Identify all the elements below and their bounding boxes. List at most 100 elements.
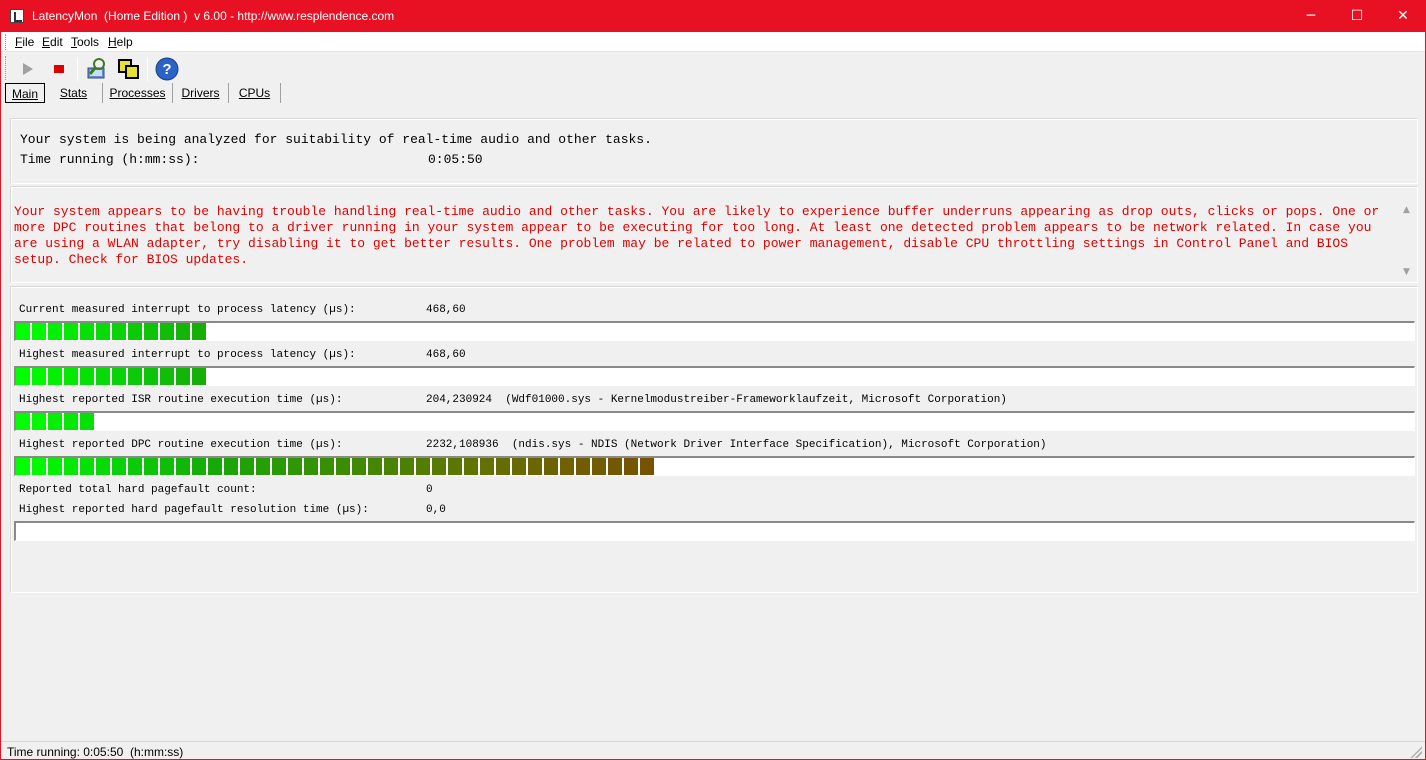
tab-main[interactable]: Main [5,83,45,103]
bar-segment [336,458,350,475]
current-latency-value: 468,60 [426,304,466,316]
stop-icon[interactable] [46,56,72,82]
menu-bar: File Edit Tools Help [1,32,1425,52]
bar-segment [320,458,334,475]
bar-segment [16,413,30,430]
tab-drivers[interactable]: Drivers [173,83,229,103]
bar-segment [64,413,78,430]
bar-segment [32,323,46,340]
pagefault-count-label: Reported total hard pagefault count: [19,484,257,496]
bar-segment [176,368,190,385]
resize-grip[interactable] [1410,746,1422,758]
bar-segment [608,458,622,475]
menu-edit[interactable]: Edit [42,35,63,49]
toolbar-separator [77,57,78,81]
highest-dpc-value: 2232,108936 (ndis.sys - NDIS (Network Dr… [426,439,1047,451]
verdict-scrollbar[interactable]: ▲ ▼ [1399,199,1416,282]
bar-segment [112,368,126,385]
bar-segment [576,458,590,475]
scroll-down-icon[interactable]: ▼ [1403,267,1410,277]
bar-segment [304,458,318,475]
bar-segment [32,368,46,385]
bar-segment [544,458,558,475]
bar-segment [80,323,94,340]
bar-segment [48,368,62,385]
tab-cpus[interactable]: CPUs [229,83,281,103]
pagefault-count-value: 0 [426,484,433,496]
bar-segment [48,323,62,340]
bar-segment [16,368,30,385]
app-icon [10,9,24,23]
tab-stats[interactable]: Stats [45,83,103,103]
bar-segment [592,458,606,475]
menu-grip [5,34,7,50]
minimize-button[interactable]: ─ [1288,1,1334,32]
bar-segment [128,458,142,475]
highest-isr-value: 204,230924 (Wdf01000.sys - Kernelmodustr… [426,394,1007,406]
analysis-panel: Your system is being analyzed for suitab… [10,118,1418,184]
menu-file[interactable]: File [15,35,34,49]
copy-icon[interactable] [116,56,142,82]
bar-segment [448,458,462,475]
bar-segment [288,458,302,475]
bar-segment [624,458,638,475]
title-bar[interactable]: LatencyMon (Home Edition ) v 6.00 - http… [1,1,1425,32]
bar-segment [64,323,78,340]
highest-dpc-label: Highest reported DPC routine execution t… [19,439,343,451]
highest-latency-bar [14,366,1415,386]
pagefault-time-label: Highest reported hard pagefault resoluti… [19,504,369,516]
svg-text:?: ? [162,61,171,78]
current-latency-bar [14,321,1415,341]
highest-latency-label: Highest measured interrupt to process la… [19,349,356,361]
verdict-panel: Your system appears to be having trouble… [10,186,1418,283]
maximize-button[interactable]: ☐ [1334,1,1380,32]
menu-tools[interactable]: Tools [71,35,99,49]
bar-segment [176,458,190,475]
bar-segment [48,458,62,475]
help-icon[interactable]: ? [154,56,180,82]
highest-isr-label: Highest reported ISR routine execution t… [19,394,343,406]
bar-segment [32,458,46,475]
bar-segment [128,323,142,340]
bar-segment [256,458,270,475]
bar-segment [64,368,78,385]
bar-segment [192,458,206,475]
bar-segment [384,458,398,475]
bar-segment [144,323,158,340]
bar-segment [112,323,126,340]
toolbar-grip [5,56,7,80]
bar-segment [528,458,542,475]
tab-processes[interactable]: Processes [103,83,173,103]
bar-segment [640,458,654,475]
bar-segment [80,413,94,430]
highest-dpc-bar [14,456,1415,476]
bar-segment [160,458,174,475]
bar-segment [512,458,526,475]
highest-isr-bar [14,411,1415,431]
bar-segment [32,413,46,430]
bar-segment [272,458,286,475]
bar-segment [560,458,574,475]
find-driver-icon[interactable] [84,56,110,82]
bar-segment [96,368,110,385]
bar-segment [48,413,62,430]
toolbar-separator [147,57,148,81]
status-text: Time running: 0:05:50 (h:mm:ss) [7,745,184,759]
bar-segment [16,458,30,475]
menu-help[interactable]: Help [108,35,133,49]
bar-segment [16,323,30,340]
scroll-up-icon[interactable]: ▲ [1403,205,1410,215]
toolbar: ? [1,53,1425,83]
bar-segment [464,458,478,475]
bar-segment [96,323,110,340]
current-latency-label: Current measured interrupt to process la… [19,304,356,316]
play-icon[interactable] [15,56,41,82]
verdict-text: Your system appears to be having trouble… [14,204,1380,267]
time-running-value: 0:05:50 [428,152,483,167]
bar-segment [80,458,94,475]
bar-segment [224,458,238,475]
bar-segment [112,458,126,475]
close-button[interactable]: ✕ [1380,1,1426,32]
bar-segment [416,458,430,475]
bar-segment [432,458,446,475]
